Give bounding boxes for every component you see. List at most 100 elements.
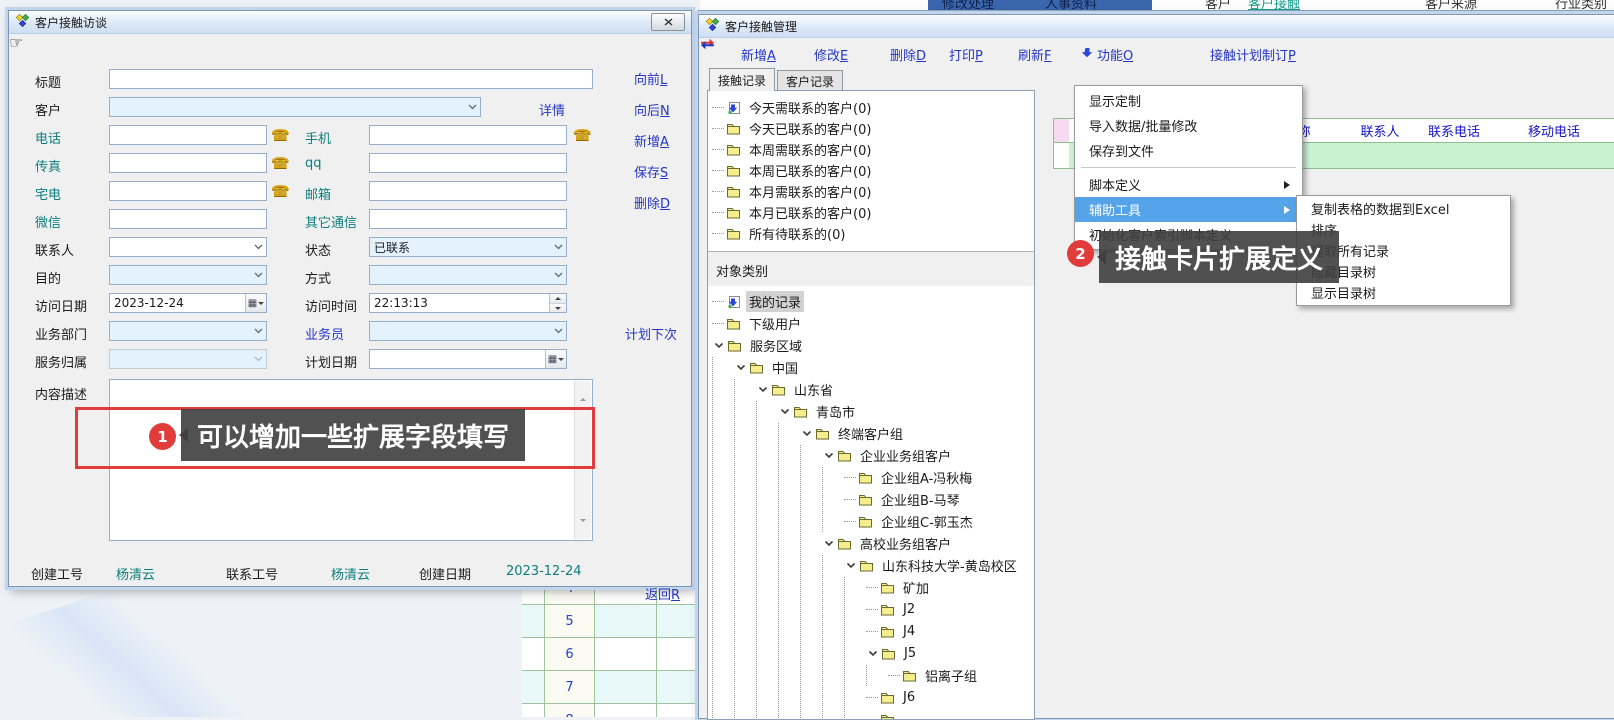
chevron-down-icon[interactable]: [464, 104, 480, 110]
chevron-down-icon[interactable]: [866, 650, 880, 657]
input-微信[interactable]: [109, 209, 267, 229]
combo-状态[interactable]: 已联系: [369, 237, 567, 257]
tree-item[interactable]: [712, 709, 1034, 720]
side-link-1[interactable]: 向前L: [634, 69, 667, 88]
chevron-down-icon[interactable]: [844, 562, 858, 569]
tree-item[interactable]: 高校业务组客户: [712, 533, 1034, 554]
grid-row-cell[interactable]: [1604, 142, 1614, 169]
input-访问时间[interactable]: 22:13:13: [369, 293, 567, 313]
tree-item[interactable]: 企业组B-马琴: [712, 489, 1034, 510]
toolbar-4[interactable]: 打印P: [949, 45, 983, 64]
tree-item[interactable]: 本周已联系的客户(0): [712, 160, 1034, 181]
input-qq[interactable]: [369, 153, 567, 173]
chevron-down-icon[interactable]: [712, 342, 726, 349]
return-link[interactable]: 返回R: [645, 584, 680, 603]
tree-item[interactable]: 企业业务组客户: [712, 445, 1034, 466]
chevron-down-icon[interactable]: [250, 272, 266, 278]
menu-item-辅助工具[interactable]: 辅助工具: [1075, 197, 1302, 222]
input-传真[interactable]: [109, 153, 267, 173]
tree-item[interactable]: 本周需联系的客户(0): [712, 139, 1034, 160]
grid-row-cell[interactable]: [1504, 142, 1605, 169]
side-link-3[interactable]: 新增A: [634, 131, 669, 150]
side-link-4[interactable]: 保存S: [634, 162, 668, 181]
input-标题[interactable]: [109, 69, 593, 89]
chevron-down-icon[interactable]: [822, 452, 836, 459]
chevron-down-icon[interactable]: [250, 356, 266, 362]
grid-header-col0[interactable]: [1053, 118, 1070, 143]
scroll-up-icon[interactable]: [580, 383, 586, 398]
scroll-down-icon[interactable]: [580, 522, 586, 537]
spin-up-icon[interactable]: [550, 294, 566, 304]
menu-item-保存到文件[interactable]: 保存到文件: [1075, 138, 1302, 163]
tree-item[interactable]: 企业组A-冯秋梅: [712, 467, 1034, 488]
combo-业务部门[interactable]: [109, 321, 267, 341]
tree-item[interactable]: 山东省: [712, 379, 1034, 400]
tree-item[interactable]: 我的记录: [712, 291, 1034, 312]
menu-item-导入数据/批量修改[interactable]: 导入数据/批量修改: [1075, 113, 1302, 138]
tree-item[interactable]: 铝离子组: [712, 665, 1034, 686]
input-邮箱[interactable]: [369, 181, 567, 201]
tab-客户记录[interactable]: 客户记录: [777, 70, 843, 91]
spin-down-icon[interactable]: [550, 304, 566, 313]
tree-item[interactable]: 矿加: [712, 577, 1034, 598]
combo-业务员[interactable]: [369, 321, 567, 341]
input-宅电[interactable]: [109, 181, 267, 201]
chevron-down-icon[interactable]: [822, 540, 836, 547]
tree-item[interactable]: 山东科技大学-黄岛校区: [712, 555, 1034, 576]
chevron-down-icon[interactable]: [550, 244, 566, 250]
tree-item[interactable]: 青岛市: [712, 401, 1034, 422]
tree-item[interactable]: J5: [712, 643, 1034, 664]
tree-item[interactable]: J6: [712, 687, 1034, 708]
chevron-down-icon[interactable]: [800, 430, 814, 437]
combo-服务归属[interactable]: [109, 349, 267, 369]
toolbar-1[interactable]: 新增A: [741, 45, 776, 64]
tree-item[interactable]: 下级用户: [712, 313, 1034, 334]
submenu-item-复制表格的数据到Excel[interactable]: 复制表格的数据到Excel: [1297, 198, 1510, 219]
chevron-down-icon[interactable]: [756, 386, 770, 393]
tree-item[interactable]: J2: [712, 599, 1034, 620]
side-link-2[interactable]: 向后N: [634, 100, 670, 119]
calendar-icon[interactable]: ▦: [545, 350, 566, 368]
tree-item[interactable]: 服务区域: [712, 335, 1034, 356]
tree-item[interactable]: 终端客户组: [712, 423, 1034, 444]
toolbar-2[interactable]: 修改E: [814, 45, 848, 64]
grid-row-cell[interactable]: [1404, 142, 1505, 169]
input-其它通信[interactable]: [369, 209, 567, 229]
combo-联系人[interactable]: [109, 237, 267, 257]
tree-item[interactable]: 中国: [712, 357, 1034, 378]
chevron-down-icon[interactable]: [250, 328, 266, 334]
close-button[interactable]: [651, 13, 685, 31]
input-访问日期[interactable]: 2023-12-24▦: [109, 293, 267, 313]
manage-titlebar[interactable]: 客户接触管理: [699, 15, 1614, 38]
grid-header-col6[interactable]: [1604, 118, 1614, 143]
tree-item[interactable]: 本月已联系的客户(0): [712, 202, 1034, 223]
input-手机[interactable]: [369, 125, 567, 145]
toolbar-7[interactable]: 接触计划制订P: [1210, 45, 1296, 64]
combo-客户[interactable]: [109, 97, 481, 117]
plan-next-link[interactable]: 计划下次: [625, 324, 677, 343]
grid-row-cell[interactable]: [1053, 142, 1070, 169]
chevron-down-icon[interactable]: [734, 364, 748, 371]
time-spinner[interactable]: [549, 294, 566, 312]
tree-item[interactable]: 今天已联系的客户(0): [712, 118, 1034, 139]
chevron-down-icon[interactable]: [250, 244, 266, 250]
tab-接触记录[interactable]: 接触记录: [709, 68, 775, 91]
input-电话[interactable]: [109, 125, 267, 145]
menu-item-显示定制[interactable]: 显示定制: [1075, 88, 1302, 113]
tree-item[interactable]: 所有待联系的(0): [712, 223, 1034, 244]
grid-row-cell[interactable]: [1356, 142, 1405, 169]
grid-header-移动电话[interactable]: 移动电话: [1504, 118, 1605, 143]
combo-目的[interactable]: [109, 265, 267, 285]
grid-header-联系电话[interactable]: 联系电话: [1404, 118, 1505, 143]
toolbar-3[interactable]: 删除D: [890, 45, 926, 64]
chevron-down-icon[interactable]: [778, 408, 792, 415]
chevron-down-icon[interactable]: [550, 328, 566, 334]
menu-item-脚本定义[interactable]: 脚本定义: [1075, 172, 1302, 197]
tree-item[interactable]: 本月需联系的客户(0): [712, 181, 1034, 202]
tree-item[interactable]: 今天需联系的客户(0): [712, 97, 1034, 118]
tree-item[interactable]: 企业组C-郭玉杰: [712, 511, 1034, 532]
submenu-item-显示目录树[interactable]: 显示目录树: [1297, 282, 1510, 303]
toolbar-6[interactable]: 功能O: [1082, 45, 1133, 64]
hand-pointer-icon[interactable]: ☞: [9, 33, 691, 52]
detail-link[interactable]: 详情: [539, 100, 565, 119]
